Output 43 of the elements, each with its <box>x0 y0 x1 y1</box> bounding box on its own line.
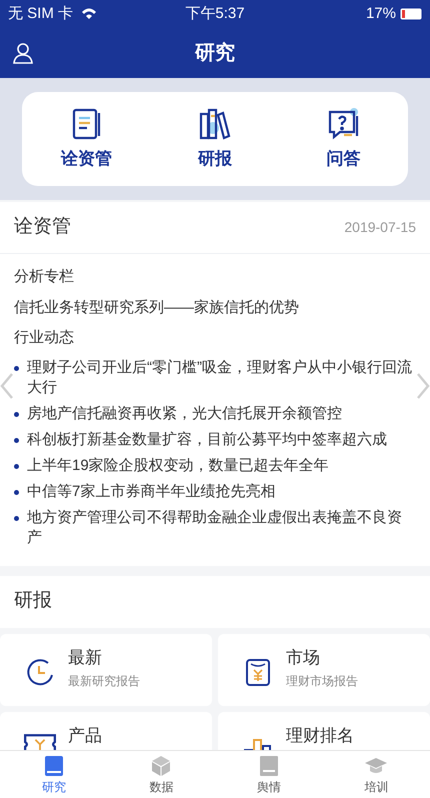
article-link[interactable]: 信托业务转型研究系列——家族信托的优势 <box>14 296 416 319</box>
shortcut-button[interactable]: 诠资管 <box>41 106 132 172</box>
report-card[interactable]: 产品 <box>0 712 212 750</box>
news-link[interactable]: 地方资产管理公司不得帮助金融企业虚假出表掩盖不良资产 <box>27 508 416 548</box>
shortcut-button[interactable]: 研报 <box>170 106 260 172</box>
subsection-heading: 分析专栏 <box>14 267 75 287</box>
news-link[interactable]: 上半年19家险企股权变动，数量已超去年全年 <box>27 456 329 476</box>
card-subtitle: 理财市场报告 <box>286 672 358 690</box>
carrier-text: 无 SIM 卡 <box>8 4 74 24</box>
page-title: 研究 <box>195 40 235 66</box>
section-title: 诠资管 <box>14 215 71 240</box>
ticket-icon <box>24 734 56 750</box>
user-icon[interactable] <box>12 42 34 64</box>
tab-button[interactable]: 研究 <box>0 751 108 798</box>
bullet-icon <box>14 412 19 416</box>
news-link[interactable]: 中信等7家上市券商半年业绩抢先亮相 <box>27 482 276 502</box>
bullet-icon <box>14 366 19 370</box>
news-link[interactable]: 理财子公司开业后“零门槛”吸金，理财客户从中小银行回流大行 <box>27 358 416 398</box>
report-card[interactable]: 理财排名 <box>218 712 430 750</box>
shortcut-button[interactable]: 问答 <box>298 106 389 172</box>
battery-icon <box>400 8 422 20</box>
date-text: 2019-07-15 <box>344 218 416 237</box>
tab-button[interactable]: 数据 <box>108 751 215 798</box>
tab-button[interactable]: 培训 <box>322 751 430 798</box>
bullet-icon <box>14 490 19 494</box>
bullet-icon <box>14 464 19 468</box>
tab-button[interactable]: 舆情 <box>215 751 322 798</box>
status-time: 下午5:37 <box>185 4 245 24</box>
card-title: 最新 <box>68 648 103 668</box>
news-link[interactable]: 房地产信托融资再收紧，光大信托展开余额管控 <box>27 404 342 424</box>
wifi-icon <box>81 6 98 22</box>
report-card[interactable]: 市场 理财市场报告 <box>218 634 430 706</box>
report-card[interactable]: 最新 最新研究报告 <box>0 634 212 706</box>
card-title: 产品 <box>68 726 102 746</box>
bullet-icon <box>14 438 19 442</box>
battery-text: 17% <box>366 4 396 24</box>
subsection-heading: 行业动态 <box>14 328 75 348</box>
news-link[interactable]: 科创板打新基金数量扩容，目前公募平均中签率超六成 <box>27 430 387 450</box>
card-title: 市场 <box>286 648 321 668</box>
section-title: 研报 <box>14 589 52 614</box>
bullet-icon <box>14 516 19 520</box>
card-subtitle: 最新研究报告 <box>68 672 140 690</box>
card-title: 理财排名 <box>286 726 354 746</box>
